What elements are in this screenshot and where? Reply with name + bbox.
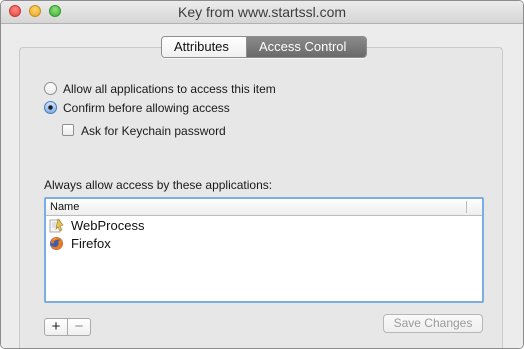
allowed-apps-label: Always allow access by these application…: [44, 178, 273, 192]
window-content: Allow all applications to access this it…: [1, 24, 523, 348]
keychain-password-checkbox[interactable]: [62, 124, 74, 136]
table-header[interactable]: Name: [46, 199, 482, 216]
keychain-password-label[interactable]: Ask for Keychain password: [81, 122, 226, 140]
firefox-icon: [49, 236, 64, 251]
save-changes-button[interactable]: Save Changes: [383, 314, 483, 333]
confirm-label[interactable]: Confirm before allowing access: [63, 99, 230, 117]
window: Key from www.startssl.com Allow all appl…: [0, 0, 524, 349]
name-column-header[interactable]: Name: [50, 199, 79, 215]
app-name[interactable]: Firefox: [71, 235, 111, 252]
tab-access-control[interactable]: Access Control: [247, 37, 366, 57]
column-divider: [466, 201, 467, 213]
access-control-panel: Allow all applications to access this it…: [19, 47, 503, 348]
window-title: Key from www.startssl.com: [177, 4, 347, 20]
table-row[interactable]: Firefox: [46, 235, 482, 252]
app-name[interactable]: WebProcess: [71, 217, 144, 234]
table-row[interactable]: WebProcess: [46, 217, 482, 234]
add-app-button[interactable]: +: [44, 318, 68, 336]
allow-all-label[interactable]: Allow all applications to access this it…: [63, 80, 276, 98]
tab-bar: Attributes Access Control: [161, 36, 367, 58]
confirm-radio[interactable]: [44, 101, 57, 114]
webprocess-icon: [49, 218, 64, 233]
allow-all-radio[interactable]: [44, 82, 57, 95]
remove-app-button[interactable]: −: [67, 318, 91, 336]
allowed-apps-table[interactable]: Name WebProcess Firefox: [44, 197, 484, 303]
title-bar: Key from www.startssl.com: [1, 1, 523, 24]
tab-attributes[interactable]: Attributes: [162, 37, 247, 57]
